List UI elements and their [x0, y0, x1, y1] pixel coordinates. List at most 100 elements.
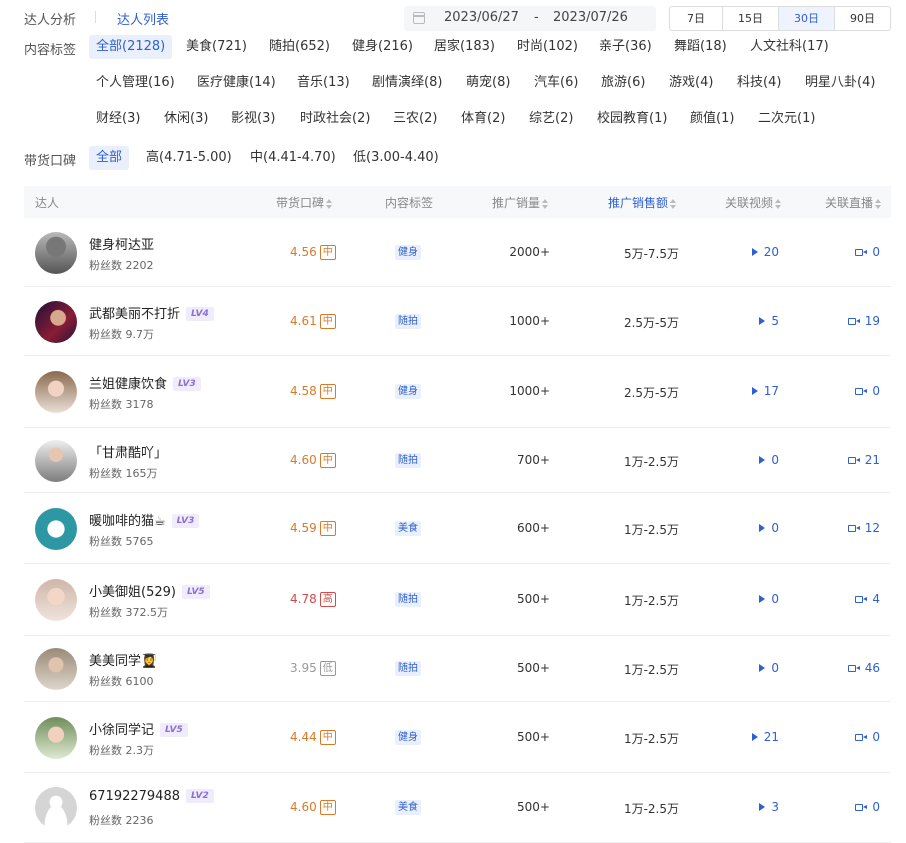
header-videos[interactable]: 关联视频: [725, 194, 782, 211]
avatar[interactable]: [35, 232, 77, 274]
content-tag-option[interactable]: 时尚(102): [510, 35, 585, 59]
related-videos-link[interactable]: 17: [751, 384, 779, 398]
table-row[interactable]: 67192279488 LV2 粉丝数 2236 4.60 中 美食 500+ 1万-2.5万…: [24, 773, 891, 843]
avatar[interactable]: [35, 371, 77, 413]
table-row[interactable]: 健身柯达亚 粉丝数 2202 4.56 中 健身 2000+ 5万-7.5万 20 0: [24, 218, 891, 287]
influencer-name-cell[interactable]: 暖咖啡的猫☕ LV3: [89, 510, 200, 529]
related-videos-link[interactable]: 0: [759, 453, 779, 467]
content-tag-option[interactable]: 三农(2): [386, 107, 444, 131]
content-tag-option[interactable]: 汽车(6): [527, 71, 585, 95]
influencer-name[interactable]: 小美御姐(529): [89, 585, 176, 600]
influencer-name-cell[interactable]: 小徐同学记 LV5: [89, 719, 188, 738]
content-tag-option[interactable]: 影视(3): [224, 107, 282, 131]
content-tag-option[interactable]: 健身(216): [345, 35, 420, 59]
related-lives-link[interactable]: 0: [855, 730, 880, 744]
content-tag-option[interactable]: 剧情演绎(8): [365, 71, 449, 95]
content-tag-option[interactable]: 个人管理(16): [89, 71, 182, 95]
header-sales-amount[interactable]: 推广销售额: [608, 194, 677, 211]
content-tag-option[interactable]: 二次元(1): [751, 107, 822, 131]
influencer-name-cell[interactable]: 67192279488 LV2: [89, 789, 214, 804]
table-row[interactable]: 小美御姐(529) LV5 粉丝数 372.5万 4.78 高 随拍 500+ 1万-2.5万…: [24, 564, 891, 636]
table-row[interactable]: 小徐同学记 LV5 粉丝数 2.3万 4.44 中 健身 500+ 1万-2.5万 21 0: [24, 702, 891, 773]
influencer-name[interactable]: 美美同学👩‍🎓: [89, 654, 157, 669]
content-tag-option[interactable]: 随拍(652): [262, 35, 337, 59]
content-tag-option[interactable]: 旅游(6): [594, 71, 652, 95]
table-row[interactable]: 暖咖啡的猫☕ LV3 粉丝数 5765 4.59 中 美食 600+ 1万-2.5万 0 12: [24, 493, 891, 564]
related-lives-link[interactable]: 0: [855, 245, 880, 259]
content-tag-option[interactable]: 舞蹈(18): [667, 35, 734, 59]
related-videos-link[interactable]: 20: [751, 245, 779, 259]
related-videos-link[interactable]: 0: [759, 592, 779, 606]
avatar[interactable]: [35, 717, 77, 759]
content-tag-option[interactable]: 综艺(2): [522, 107, 580, 131]
related-videos-link[interactable]: 0: [759, 661, 779, 675]
influencer-name-cell[interactable]: 美美同学👩‍🎓: [89, 650, 157, 669]
content-tag-option[interactable]: 音乐(13): [290, 71, 357, 95]
content-tag-option[interactable]: 休闲(3): [157, 107, 215, 131]
influencer-name-cell[interactable]: 健身柯达亚: [89, 234, 154, 253]
influencer-name[interactable]: 兰姐健康饮食: [89, 377, 167, 392]
influencer-name[interactable]: 「甘肃酷吖」: [89, 446, 167, 461]
table-row[interactable]: 美美同学👩‍🎓 粉丝数 6100 3.95 低 随拍 500+ 1万-2.5万 0 46: [24, 636, 891, 702]
related-lives-link[interactable]: 4: [855, 592, 880, 606]
avatar[interactable]: [35, 579, 77, 621]
reputation-option-high[interactable]: 高(4.71-5.00): [139, 146, 239, 170]
header-sales-volume[interactable]: 推广销量: [492, 194, 549, 211]
content-tag-option[interactable]: 财经(3): [89, 107, 147, 131]
date-range-picker[interactable]: 2023/06/27 - 2023/07/26: [404, 6, 656, 31]
influencer-name-cell[interactable]: 武都美丽不打折 LV4: [89, 303, 214, 322]
related-lives-link[interactable]: 0: [855, 800, 880, 814]
content-tag-option[interactable]: 萌宠(8): [459, 71, 517, 95]
tab-influencer-analysis[interactable]: 达人分析: [24, 9, 76, 28]
reputation-option-low[interactable]: 低(3.00-4.40): [346, 146, 446, 170]
influencer-name-cell[interactable]: 「甘肃酷吖」: [89, 442, 167, 461]
related-lives-link[interactable]: 46: [847, 661, 880, 675]
related-lives-link[interactable]: 0: [855, 384, 880, 398]
table-row[interactable]: 兰姐健康饮食 LV3 粉丝数 3178 4.58 中 健身 1000+ 2.5万-5万 17 0: [24, 356, 891, 428]
content-tag-option[interactable]: 科技(4): [730, 71, 788, 95]
content-tag-option[interactable]: 校园教育(1): [590, 107, 674, 131]
avatar[interactable]: [35, 301, 77, 343]
influencer-name[interactable]: 67192279488: [89, 789, 180, 804]
avatar[interactable]: [35, 508, 77, 550]
related-lives-link[interactable]: 12: [847, 521, 880, 535]
content-tag-option[interactable]: 颜值(1): [683, 107, 741, 131]
related-lives-link[interactable]: 19: [847, 314, 880, 328]
related-videos-link[interactable]: 5: [759, 314, 779, 328]
content-tag-option[interactable]: 美食(721): [179, 35, 254, 59]
content-tag-option[interactable]: 时政社会(2): [293, 107, 377, 131]
range-7d-button[interactable]: 7日: [670, 7, 722, 30]
avatar[interactable]: [35, 440, 77, 482]
avatar[interactable]: [35, 787, 77, 829]
date-end[interactable]: 2023/07/26: [553, 10, 628, 25]
related-videos-link[interactable]: 21: [751, 730, 779, 744]
influencer-name[interactable]: 武都美丽不打折: [89, 307, 180, 322]
content-tag-option[interactable]: 医疗健康(14): [190, 71, 283, 95]
content-tag-option[interactable]: 亲子(36): [592, 35, 659, 59]
range-15d-button[interactable]: 15日: [722, 7, 778, 30]
related-videos-link[interactable]: 3: [759, 800, 779, 814]
influencer-name-cell[interactable]: 兰姐健康饮食 LV3: [89, 373, 201, 392]
header-lives[interactable]: 关联直播: [825, 194, 882, 211]
content-tag-option[interactable]: 全部(2128): [89, 35, 173, 59]
range-90d-button[interactable]: 90日: [834, 7, 890, 30]
related-lives-link[interactable]: 21: [847, 453, 880, 467]
influencer-name[interactable]: 暖咖啡的猫☕: [89, 514, 166, 529]
content-tag-option[interactable]: 人文社科(17): [743, 35, 836, 59]
content-tag-option[interactable]: 体育(2): [454, 107, 512, 131]
header-reputation[interactable]: 带货口碑: [276, 194, 333, 211]
content-tag-option[interactable]: 明星八卦(4): [798, 71, 882, 95]
influencer-name[interactable]: 健身柯达亚: [89, 238, 154, 253]
avatar[interactable]: [35, 648, 77, 690]
reputation-option-mid[interactable]: 中(4.41-4.70): [243, 146, 343, 170]
content-tag-option[interactable]: 游戏(4): [662, 71, 720, 95]
tab-influencer-list[interactable]: 达人列表: [117, 9, 169, 28]
influencer-name-cell[interactable]: 小美御姐(529) LV5: [89, 581, 210, 600]
influencer-name[interactable]: 小徐同学记: [89, 723, 154, 738]
range-30d-button[interactable]: 30日: [778, 7, 834, 30]
table-row[interactable]: 「甘肃酷吖」 粉丝数 165万 4.60 中 随拍 700+ 1万-2.5万 0 21: [24, 428, 891, 493]
table-row[interactable]: 武都美丽不打折 LV4 粉丝数 9.7万 4.61 中 随拍 1000+ 2.5万-5万 5 19: [24, 287, 891, 356]
reputation-option-all[interactable]: 全部: [89, 146, 130, 170]
content-tag-option[interactable]: 居家(183): [427, 35, 502, 59]
date-start[interactable]: 2023/06/27: [444, 10, 519, 25]
